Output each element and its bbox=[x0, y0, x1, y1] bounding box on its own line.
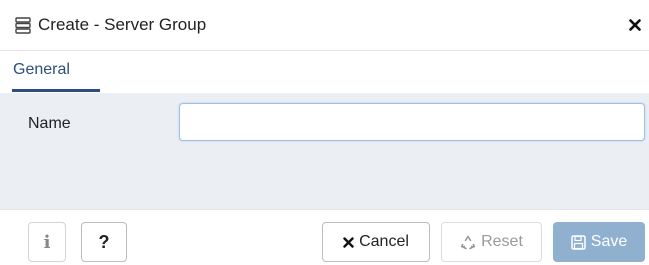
info-button[interactable]: i bbox=[28, 222, 66, 262]
tab-general[interactable]: General bbox=[12, 51, 100, 92]
cancel-button[interactable]: Cancel bbox=[322, 222, 430, 262]
x-icon bbox=[343, 236, 354, 248]
dialog-title: Create - Server Group bbox=[38, 15, 207, 34]
save-button[interactable]: Save bbox=[553, 222, 645, 262]
save-button-label: Save bbox=[590, 233, 628, 250]
info-icon: i bbox=[43, 231, 51, 253]
name-label: Name bbox=[28, 115, 71, 132]
general-panel: Name bbox=[0, 93, 649, 209]
dialog-footer: i ? Cancel Reset Save bbox=[0, 209, 649, 265]
reset-button-label: Reset bbox=[481, 233, 523, 250]
tab-bar: General bbox=[0, 51, 649, 93]
close-icon[interactable] bbox=[625, 15, 645, 35]
floppy-disk-icon bbox=[571, 234, 586, 250]
create-server-group-dialog: Create - Server Group General Name i ? C… bbox=[0, 0, 649, 265]
help-icon: ? bbox=[98, 231, 110, 252]
help-button[interactable]: ? bbox=[81, 222, 127, 262]
cancel-button-label: Cancel bbox=[359, 233, 409, 250]
recycle-icon bbox=[460, 235, 476, 250]
dialog-titlebar[interactable]: Create - Server Group bbox=[0, 0, 649, 51]
server-group-icon bbox=[14, 16, 32, 34]
reset-button[interactable]: Reset bbox=[441, 222, 542, 262]
name-input[interactable] bbox=[179, 103, 645, 141]
tab-general-label: General bbox=[13, 61, 70, 78]
